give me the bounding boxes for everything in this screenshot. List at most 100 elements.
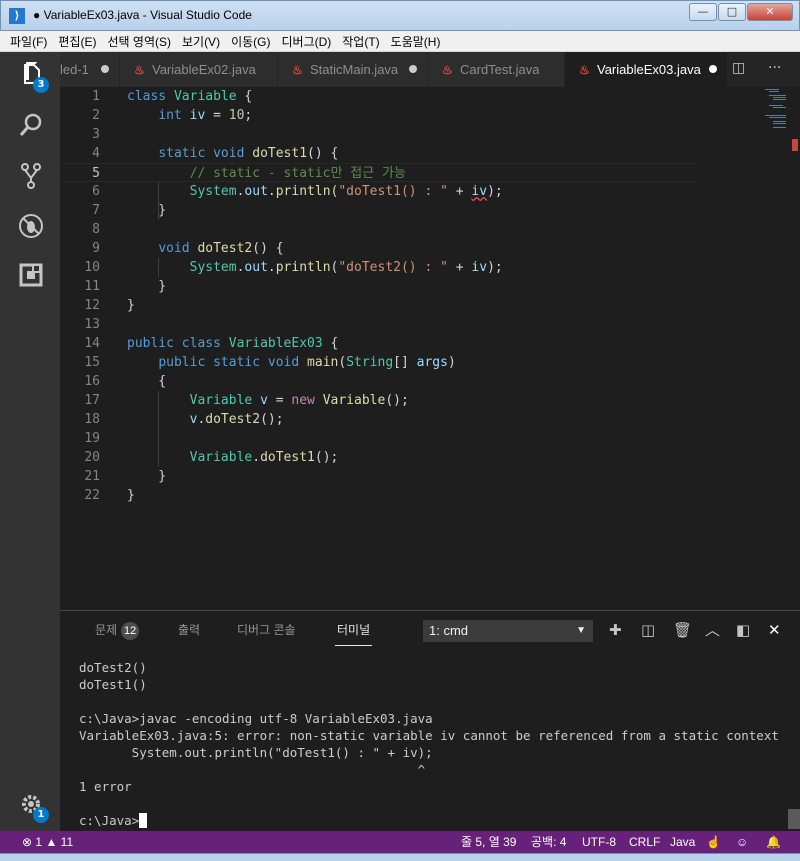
terminal-output[interactable]: doTest2() doTest1() c:\Java>javac -encod…: [79, 659, 779, 829]
eol-status[interactable]: CRLF: [629, 831, 660, 853]
menu-debug[interactable]: 디버그(D): [281, 33, 331, 50]
tab-staticmain[interactable]: ♨ StaticMain.java: [278, 52, 428, 87]
code-line: 2 int iv = 10;: [92, 108, 253, 123]
java-file-icon: ♨: [292, 63, 303, 77]
java-file-icon: ♨: [134, 63, 145, 77]
tab-cardtest[interactable]: ♨ CardTest.java: [428, 52, 565, 87]
split-terminal-icon[interactable]: ◫: [641, 621, 655, 639]
settings-badge: 1: [33, 807, 49, 823]
dirty-dot-icon: [409, 65, 417, 73]
encoding-status[interactable]: UTF-8: [582, 831, 616, 853]
close-button[interactable]: ✕: [747, 3, 793, 21]
code-line: 19: [84, 431, 100, 446]
tab-terminal[interactable]: 터미널: [334, 621, 373, 646]
status-bar: ⊗ 1 ▲ 11 줄 5, 열 39 공백: 4 UTF-8 CRLF Java…: [0, 831, 800, 853]
menu-help[interactable]: 도움말(H): [391, 33, 441, 50]
error-icon: ⊗: [22, 835, 33, 849]
terminal-line: c:\Java>javac -encoding utf-8 VariableEx…: [79, 711, 433, 726]
code-line: 4 static void doTest1() {: [92, 146, 339, 161]
extensions-icon[interactable]: [17, 262, 45, 290]
maximize-button[interactable]: □: [718, 3, 746, 21]
terminal-cursor: [139, 813, 148, 828]
trash-icon[interactable]: 🗑: [673, 621, 692, 639]
code-line: 18 v.doTest2();: [84, 412, 284, 427]
errors-status[interactable]: ⊗ 1 ▲ 11: [22, 831, 73, 853]
code-line: 6 System.out.println("doTest1() : " + iv…: [92, 184, 503, 199]
menu-selection[interactable]: 선택 영역(S): [107, 33, 171, 50]
dirty-dot-icon: [101, 65, 109, 73]
close-panel-icon[interactable]: ✕: [768, 621, 781, 639]
tab-label: CardTest.java: [460, 62, 540, 77]
tab-variableex02[interactable]: ♨ VariableEx02.java: [120, 52, 278, 87]
code-line: 9 void doTest2() {: [92, 241, 284, 256]
chevron-up-icon[interactable]: ︿: [705, 621, 720, 639]
split-editor-icon[interactable]: ◫: [732, 60, 745, 76]
tab-problems[interactable]: 문제 12: [95, 621, 140, 640]
tab-debug-console[interactable]: 디버그 콘솔: [237, 621, 296, 638]
language-status[interactable]: Java: [670, 831, 695, 853]
search-icon[interactable]: [17, 112, 45, 140]
menu-file[interactable]: 파일(F): [10, 33, 47, 50]
code-line-current: 5 // static - static만 접근 가능: [60, 163, 700, 182]
chevron-down-icon: ▼: [576, 625, 586, 636]
debug-icon[interactable]: [17, 212, 45, 240]
warning-icon: ▲: [45, 835, 58, 849]
error-marker: [792, 139, 798, 151]
toggle-panel-icon[interactable]: ◧: [736, 621, 750, 639]
thumbs-up-icon[interactable]: ☝: [706, 831, 721, 853]
menu-tasks[interactable]: 작업(T): [342, 33, 379, 50]
terminal-line: VariableEx03.java:5: error: non-static v…: [79, 728, 779, 743]
window-title: ● VariableEx03.java - Visual Studio Code: [33, 8, 252, 22]
editor-tabs: led-1 ♨ VariableEx02.java ♨ StaticMain.jav…: [60, 52, 800, 87]
tab-output[interactable]: 출력: [178, 621, 200, 638]
code-line: 17 Variable v = new Variable();: [84, 393, 409, 408]
code-line: 13: [84, 317, 100, 332]
bottom-panel: 문제 12 출력 디버그 콘솔 터미널 1: cmd ▼ ✚ ◫ 🗑 ︿ ◧ ✕ d…: [60, 610, 800, 831]
window-frame: [0, 853, 800, 861]
source-control-icon[interactable]: [17, 162, 45, 190]
minimize-button[interactable]: —: [689, 3, 717, 21]
terminal-scrollbar[interactable]: [788, 809, 800, 829]
terminal-select-value: 1: cmd: [429, 623, 469, 638]
java-file-icon: ♨: [579, 63, 590, 77]
terminal-line: System.out.println("doTest1() : " + iv);: [79, 745, 433, 760]
code-line: 20 Variable.doTest1();: [84, 450, 339, 465]
indentation-status[interactable]: 공백: 4: [531, 831, 566, 853]
code-line: 10 System.out.println("doTest2() : " + i…: [84, 260, 503, 275]
code-line: 11 }: [84, 279, 167, 294]
tab-label: led-1: [60, 62, 89, 77]
code-line: 21 }: [84, 469, 167, 484]
code-line: 15 public static void main(String[] args…: [84, 355, 456, 370]
tab-untitled[interactable]: led-1: [60, 52, 120, 87]
menu-edit[interactable]: 편집(E): [58, 33, 96, 50]
code-editor[interactable]: 1 class Variable { 2 int iv = 10; 3 4 sta…: [60, 87, 800, 610]
notification-bell-icon[interactable]: 🔔: [766, 831, 781, 853]
terminal-line: ^: [79, 762, 426, 777]
tab-label: VariableEx03.java: [597, 62, 701, 77]
menu-go[interactable]: 이동(G): [231, 33, 270, 50]
menu-view[interactable]: 보기(V): [182, 33, 220, 50]
new-terminal-icon[interactable]: ✚: [609, 621, 622, 639]
code-line: 1 class Variable {: [92, 89, 253, 104]
editor-scrollbar[interactable]: [786, 87, 800, 610]
code-line: 16 {: [84, 374, 167, 389]
more-actions-icon[interactable]: ···: [768, 60, 781, 76]
tab-variableex03[interactable]: ♨ VariableEx03.java: [565, 52, 728, 87]
terminal-prompt-line: c:\Java>: [79, 812, 779, 829]
explorer-badge: 3: [33, 77, 49, 93]
activity-bar: 3 1: [0, 52, 60, 831]
vscode-logo-icon: ⟩: [9, 8, 25, 24]
menu-bar: 파일(F) 편집(E) 선택 영역(S) 보기(V) 이동(G) 디버그(D) …: [0, 31, 800, 52]
code-line: 8: [92, 222, 100, 237]
terminal-prompt: c:\Java>: [79, 813, 140, 828]
cursor-position[interactable]: 줄 5, 열 39: [461, 831, 516, 853]
tab-label: VariableEx02.java: [152, 62, 256, 77]
dirty-dot-icon: [709, 65, 717, 73]
feedback-smiley-icon[interactable]: ☺: [736, 831, 748, 853]
terminal-select[interactable]: 1: cmd ▼: [423, 620, 593, 642]
code-line: 14 public class VariableEx03 {: [84, 336, 339, 351]
window-titlebar: ⟩ ● VariableEx03.java - Visual Studio Co…: [0, 0, 800, 31]
problems-count-badge: 12: [121, 622, 140, 640]
